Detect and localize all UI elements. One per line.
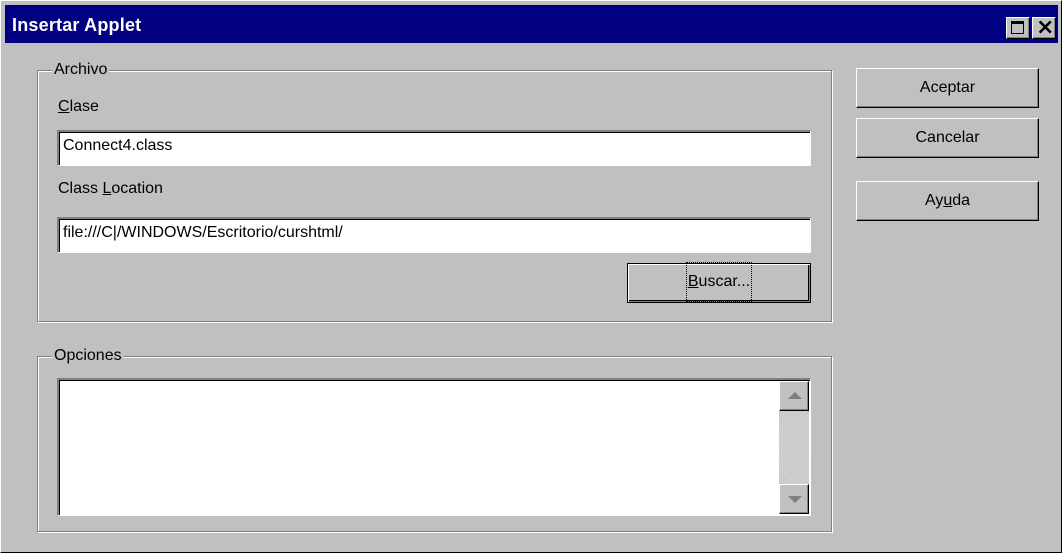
opciones-scrollbar[interactable] [779,381,809,514]
scroll-down-button[interactable] [779,484,809,514]
dialog-window: Insertar Applet × Archivo Clase Connect4… [0,0,1062,553]
class-location-label: Class Location [58,180,163,197]
class-location-input-value: file:///C|/WINDOWS/Escritorio/curshtml/ [63,224,343,241]
close-icon: × [1036,15,1055,40]
buscar-button[interactable]: Buscar... [627,262,811,303]
clase-input[interactable]: Connect4.class [57,130,811,166]
title-bar[interactable]: Insertar Applet × [5,5,1058,43]
archivo-group: Archivo Clase Connect4.class Class Locat… [37,60,832,322]
arrow-down-icon [788,496,802,503]
aceptar-button-label: Aceptar [919,79,976,96]
opciones-group: Opciones [37,346,832,532]
maximize-button[interactable] [1006,17,1030,39]
opciones-textarea[interactable] [57,378,811,516]
scroll-up-button[interactable] [779,381,809,411]
close-button[interactable]: × [1032,15,1056,40]
maximize-icon [1011,21,1024,34]
cancelar-button-label: Cancelar [915,129,980,146]
buscar-button-label: Buscar... [685,262,753,302]
class-location-input[interactable]: file:///C|/WINDOWS/Escritorio/curshtml/ [57,217,811,253]
window-title: Insertar Applet [12,15,142,35]
aceptar-button[interactable]: Aceptar [856,68,1039,108]
clase-label: Clase [58,98,99,115]
clase-input-value: Connect4.class [63,137,173,154]
ayuda-button-label: Ayuda [924,192,971,209]
arrow-up-icon [788,392,802,399]
cancelar-button[interactable]: Cancelar [856,118,1039,158]
ayuda-button[interactable]: Ayuda [856,181,1039,221]
archivo-legend: Archivo [52,60,110,80]
opciones-legend: Opciones [52,346,124,366]
